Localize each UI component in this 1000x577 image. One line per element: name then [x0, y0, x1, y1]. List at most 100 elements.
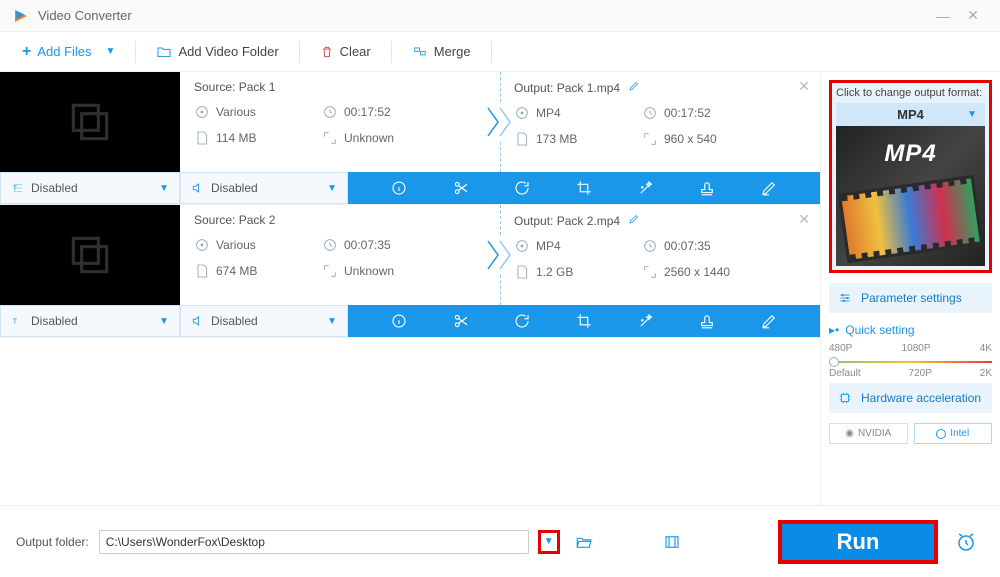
subtitle-dropdown[interactable]: TDisabled ▼ — [0, 172, 180, 204]
scissors-icon — [452, 179, 470, 197]
subtitle-value: Disabled — [31, 314, 78, 328]
parameter-settings-button[interactable]: Parameter settings — [829, 283, 992, 313]
cut-button[interactable] — [441, 172, 481, 204]
chevron-down-icon: ▼ — [106, 46, 116, 57]
remove-item-button[interactable]: ✕ — [798, 78, 810, 95]
source-label: Source: Pack 1 — [194, 80, 486, 94]
stack-icon — [65, 97, 115, 147]
edit-output-button[interactable] — [628, 81, 640, 95]
schedule-button[interactable] — [948, 524, 984, 560]
thumbnail[interactable] — [0, 72, 180, 172]
nvidia-chip[interactable]: ◉NVIDIA — [829, 423, 908, 444]
run-button[interactable]: Run — [778, 520, 938, 564]
output-folder-label: Output folder: — [16, 535, 89, 549]
chevron-down-icon: ▼ — [967, 109, 977, 120]
folder-open-icon — [574, 533, 594, 551]
info-icon — [390, 179, 408, 197]
close-window-button[interactable]: ✕ — [958, 7, 988, 24]
alarm-icon — [954, 530, 978, 554]
separator — [491, 41, 492, 63]
source-format: Various — [216, 105, 256, 119]
chip-icon — [837, 391, 853, 405]
quick-label: Quick setting — [845, 323, 914, 337]
output-format: MP4 — [536, 239, 561, 253]
remove-item-button[interactable]: ✕ — [798, 211, 810, 228]
list-item: Source: Pack 2 Various 00:07:35 674 MB U… — [0, 205, 820, 338]
add-files-button[interactable]: + Add Files ▼ — [12, 37, 125, 67]
subtitle-icon: T — [11, 314, 25, 328]
cut-button[interactable] — [441, 305, 481, 337]
subtitle-dropdown[interactable]: T Disabled ▼ — [0, 305, 180, 337]
chevron-down-icon: ▼ — [327, 183, 337, 194]
info-button[interactable] — [379, 305, 419, 337]
merge-label: Merge — [434, 44, 471, 59]
tick: 4K — [980, 343, 992, 354]
clear-button[interactable]: Clear — [310, 38, 381, 66]
crop-button[interactable] — [564, 305, 604, 337]
stack-icon — [65, 230, 115, 280]
svg-text:T: T — [13, 318, 18, 325]
crop-button[interactable] — [564, 172, 604, 204]
output-size: 1.2 GB — [536, 265, 573, 279]
slider-thumb[interactable] — [829, 357, 839, 367]
edit-button[interactable] — [749, 172, 789, 204]
hardware-accel-button[interactable]: Hardware acceleration — [829, 383, 992, 413]
output-info: Output: Pack 1.mp4 MP4 00:17:52 173 MB 9… — [500, 72, 820, 172]
edit-button[interactable] — [749, 305, 789, 337]
merge-icon — [412, 45, 428, 59]
format-dropdown[interactable]: MP4 ▼ — [836, 103, 985, 126]
edit-output-button[interactable] — [628, 214, 640, 228]
effects-button[interactable] — [626, 305, 666, 337]
tick: 2K — [980, 368, 992, 379]
watermark-button[interactable] — [687, 305, 727, 337]
speaker-icon — [191, 181, 205, 195]
chevron-down-icon: ▼ — [159, 316, 169, 327]
pen-icon — [760, 312, 778, 330]
source-size: 114 MB — [216, 131, 256, 145]
output-folder-dropdown[interactable]: ▼ — [538, 530, 560, 554]
list-item: Source: Pack 1 Various 00:17:52 114 MB U… — [0, 72, 820, 205]
audio-dropdown[interactable]: Disabled ▼ — [180, 172, 348, 204]
svg-text:T: T — [13, 185, 18, 192]
rotate-button[interactable] — [502, 172, 542, 204]
plus-icon: + — [22, 43, 31, 61]
info-button[interactable] — [379, 172, 419, 204]
sliders-icon — [837, 291, 853, 305]
tick: 720P — [909, 368, 932, 379]
output-folder-input[interactable]: C:\Users\WonderFox\Desktop — [99, 530, 529, 554]
rotate-button[interactable] — [502, 305, 542, 337]
intel-chip[interactable]: Intel — [914, 423, 993, 444]
stamp-icon — [698, 179, 716, 197]
audio-dropdown[interactable]: Disabled ▼ — [180, 305, 348, 337]
add-folder-button[interactable]: Add Video Folder — [146, 38, 288, 66]
parameter-label: Parameter settings — [861, 291, 962, 305]
source-format: Various — [216, 238, 256, 252]
clock-icon — [322, 237, 338, 253]
chevron-down-icon: ▼ — [327, 316, 337, 327]
tick: 1080P — [902, 343, 931, 354]
magic-icon — [637, 312, 655, 330]
watermark-button[interactable] — [687, 172, 727, 204]
rotate-icon — [513, 312, 531, 330]
minimize-button[interactable]: — — [928, 8, 958, 24]
trash-icon — [320, 44, 334, 60]
open-folder-button[interactable] — [570, 530, 598, 554]
bottom-bar: Output folder: C:\Users\WonderFox\Deskto… — [0, 505, 1000, 577]
file-icon — [514, 131, 530, 147]
output-format-selector[interactable]: Click to change output format: MP4 ▼ MP4 — [829, 80, 992, 273]
resolution-slider[interactable]: 480P 1080P 4K Default 720P 2K — [829, 343, 992, 373]
task-list-button[interactable] — [658, 530, 686, 554]
film-icon — [662, 533, 682, 551]
file-list: Source: Pack 1 Various 00:17:52 114 MB U… — [0, 72, 820, 505]
scissors-icon — [452, 312, 470, 330]
source-label: Source: Pack 2 — [194, 213, 486, 227]
format-preview: MP4 — [836, 126, 985, 266]
effects-button[interactable] — [626, 172, 666, 204]
side-panel: Click to change output format: MP4 ▼ MP4… — [820, 72, 1000, 505]
thumbnail[interactable] — [0, 205, 180, 305]
format-icon — [514, 105, 530, 121]
folder-add-icon — [156, 44, 172, 60]
clock-icon — [322, 104, 338, 120]
tick: 480P — [829, 343, 852, 354]
merge-button[interactable]: Merge — [402, 38, 481, 65]
